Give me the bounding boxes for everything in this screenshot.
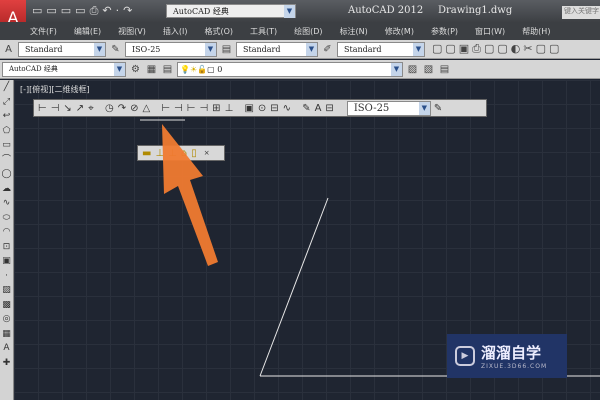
play-logo-icon: ▶	[455, 346, 475, 366]
watermark: ▶ 溜溜自学 ZIXUE.3D66.COM	[447, 334, 567, 378]
arrow-icon	[162, 124, 218, 266]
watermark-name: 溜溜自学	[481, 344, 542, 362]
watermark-url: ZIXUE.3D66.COM	[481, 363, 548, 370]
